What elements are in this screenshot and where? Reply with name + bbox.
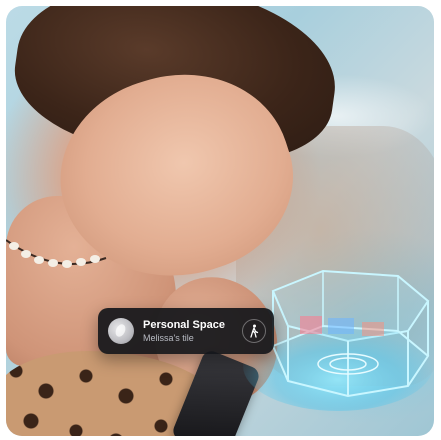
personal-space-tile-card[interactable]: Personal Space Melissa's tile	[98, 308, 274, 354]
walking-person-button[interactable]	[242, 319, 266, 343]
tile-avatar	[108, 318, 134, 344]
screenshot-frame: Personal Space Melissa's tile	[0, 0, 441, 440]
tile-title: Personal Space	[143, 318, 225, 331]
background-photo: Personal Space Melissa's tile	[6, 6, 434, 436]
walking-person-icon	[250, 324, 259, 338]
shell-necklace	[6, 239, 107, 268]
tile-subtitle: Melissa's tile	[143, 333, 194, 344]
tile-text-group: Personal Space Melissa's tile	[143, 319, 242, 344]
